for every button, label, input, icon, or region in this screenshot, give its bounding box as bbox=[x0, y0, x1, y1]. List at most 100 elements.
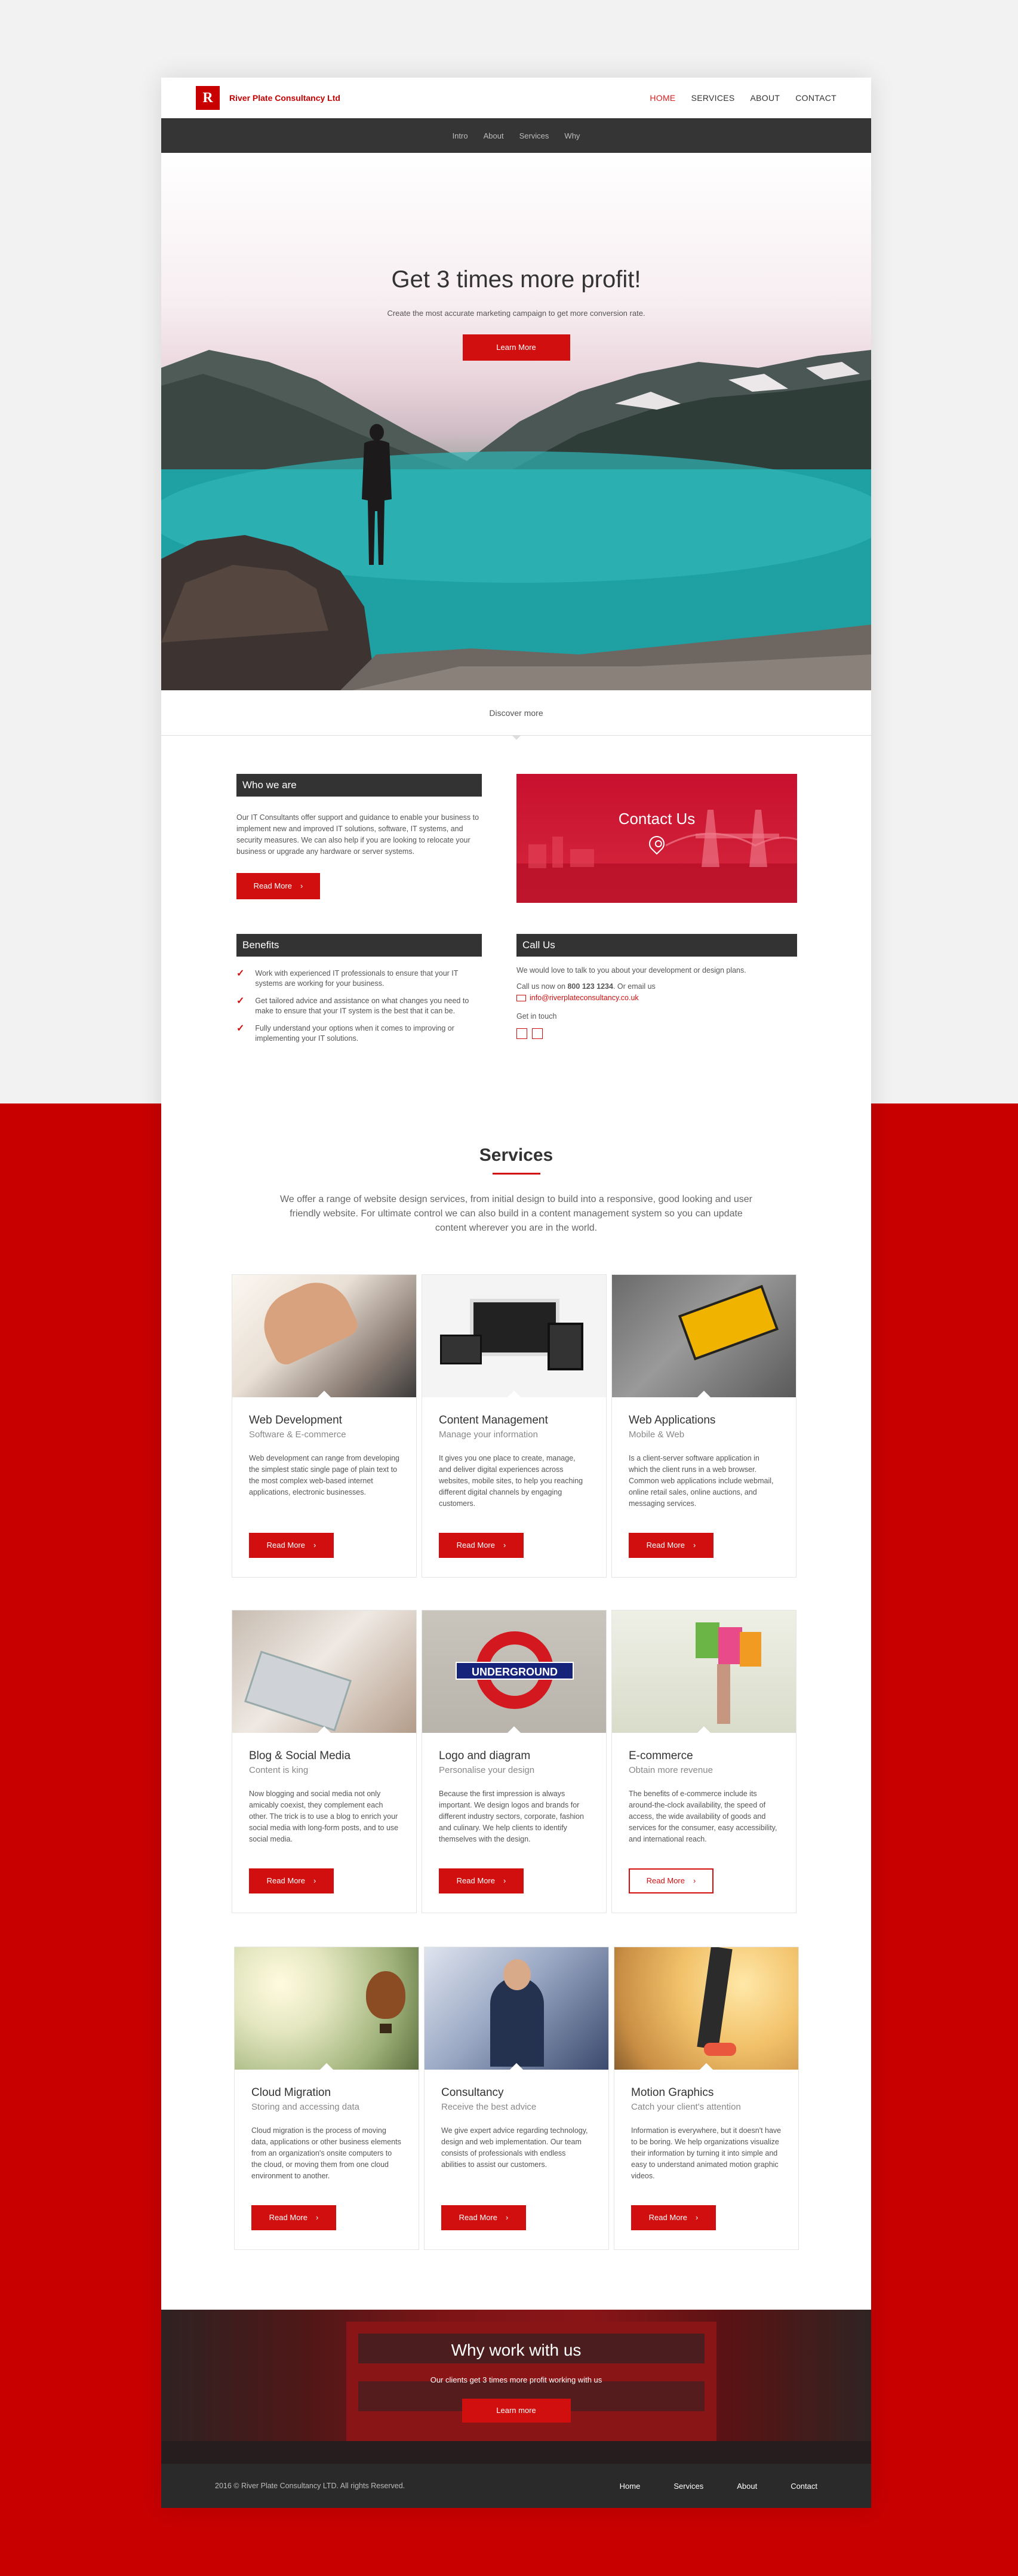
read-more-label: Read More bbox=[459, 2213, 497, 2222]
read-more-button[interactable]: Read More › bbox=[439, 1533, 524, 1558]
footer-nav: Home Services About Contact bbox=[620, 2482, 817, 2491]
nav-about[interactable]: ABOUT bbox=[751, 93, 780, 103]
brand-name: River Plate Consultancy Ltd bbox=[229, 93, 340, 103]
footer-link-about[interactable]: About bbox=[737, 2482, 757, 2491]
hero-learn-more-button[interactable]: Learn More bbox=[462, 334, 570, 361]
nav-home[interactable]: HOME bbox=[650, 93, 675, 103]
hero-text: Get 3 times more profit! Create the most… bbox=[161, 266, 871, 361]
check-icon: ✓ bbox=[236, 1023, 245, 1034]
read-more-label: Read More bbox=[456, 1541, 495, 1550]
top-header: R River Plate Consultancy Ltd HOME SERVI… bbox=[161, 78, 871, 118]
card-title: E-commerce bbox=[629, 1750, 693, 1762]
service-card-blog-social: Blog & Social Media Content is king Now … bbox=[232, 1610, 417, 1913]
linkedin-icon[interactable] bbox=[532, 1028, 543, 1039]
read-more-button[interactable]: Read More › bbox=[251, 2205, 336, 2230]
card-text: Cloud migration is the process of moving… bbox=[251, 2126, 401, 2180]
email-line: info@riverplateconsultancy.co.uk bbox=[516, 992, 797, 1004]
card-title: Logo and diagram bbox=[439, 1750, 531, 1762]
why-subtitle: Our clients get 3 times more profit work… bbox=[430, 2375, 602, 2384]
read-more-label: Read More bbox=[266, 1541, 305, 1550]
hero-section: Get 3 times more profit! Create the most… bbox=[161, 153, 871, 690]
underground-sign-image: UNDERGROUND bbox=[422, 1610, 606, 1733]
benefit-item: ✓ Get tailored advice and assistance on … bbox=[236, 996, 482, 1016]
card-subtitle: Personalise your design bbox=[439, 1765, 535, 1775]
read-more-label: Read More bbox=[456, 1876, 495, 1885]
phone-number[interactable]: 800 123 1234 bbox=[567, 982, 613, 991]
page-container: R River Plate Consultancy Ltd HOME SERVI… bbox=[161, 78, 871, 2508]
read-more-label: Read More bbox=[646, 1876, 685, 1885]
call-us-title: Call Us bbox=[516, 934, 797, 957]
chevron-right-icon: › bbox=[693, 1876, 696, 1885]
contact-card[interactable]: Contact Us bbox=[516, 774, 797, 903]
chevron-right-icon: › bbox=[313, 1876, 316, 1885]
laptop-shape bbox=[440, 1335, 482, 1364]
card-subtitle: Mobile & Web bbox=[629, 1430, 685, 1440]
phone-line: Call us now on 800 123 1234. Or email us bbox=[516, 981, 797, 992]
basket-shape bbox=[380, 2024, 392, 2033]
card-title: Consultancy bbox=[441, 2086, 504, 2099]
card-text: Is a client-server software application … bbox=[629, 1454, 774, 1508]
card-title: Blog & Social Media bbox=[249, 1750, 351, 1762]
read-more-label: Read More bbox=[266, 1876, 305, 1885]
read-more-button[interactable]: Read More › bbox=[629, 1868, 713, 1893]
subnav-why[interactable]: Why bbox=[564, 131, 580, 140]
twitter-icon[interactable] bbox=[516, 1028, 527, 1039]
card-subtitle: Obtain more revenue bbox=[629, 1765, 713, 1775]
footer: 2016 © River Plate Consultancy LTD. All … bbox=[161, 2464, 871, 2508]
read-more-button[interactable]: Read More › bbox=[441, 2205, 526, 2230]
why-content: Why work with us Our clients get 3 times… bbox=[161, 2341, 871, 2423]
nav-contact[interactable]: CONTACT bbox=[795, 93, 836, 103]
footer-link-home[interactable]: Home bbox=[620, 2482, 641, 2491]
read-more-button[interactable]: Read More › bbox=[439, 1868, 524, 1893]
main-nav: HOME SERVICES ABOUT CONTACT bbox=[650, 93, 836, 103]
card-subtitle: Content is king bbox=[249, 1765, 309, 1775]
card-subtitle: Receive the best advice bbox=[441, 2102, 537, 2112]
benefit-text: Get tailored advice and assistance on wh… bbox=[255, 997, 469, 1015]
footer-link-contact[interactable]: Contact bbox=[791, 2482, 817, 2491]
service-card-e-commerce: E-commerce Obtain more revenue The benef… bbox=[611, 1610, 796, 1913]
social-icons bbox=[516, 1028, 797, 1039]
services-title: Services bbox=[479, 1145, 553, 1165]
chevron-right-icon: › bbox=[300, 881, 303, 890]
who-read-more-button[interactable]: Read More › bbox=[236, 873, 320, 899]
monitor-shape bbox=[470, 1299, 559, 1356]
card-subtitle: Catch your client's attention bbox=[631, 2102, 741, 2112]
discover-more-link[interactable]: Discover more bbox=[161, 690, 871, 740]
nav-services[interactable]: SERVICES bbox=[691, 93, 735, 103]
meeting-image bbox=[425, 1947, 608, 2070]
legs-shape bbox=[697, 1947, 733, 2050]
read-more-button[interactable]: Read More › bbox=[629, 1533, 713, 1558]
read-more-button[interactable]: Read More › bbox=[631, 2205, 716, 2230]
hero-landscape-image bbox=[161, 350, 871, 690]
brand[interactable]: R River Plate Consultancy Ltd bbox=[196, 86, 340, 110]
roundel-bar: UNDERGROUND bbox=[456, 1662, 574, 1680]
runner-image bbox=[614, 1947, 798, 2070]
benefit-item: ✓ Fully understand your options when it … bbox=[236, 1023, 482, 1044]
card-text: We give expert advice regarding technolo… bbox=[441, 2126, 588, 2169]
card-title: Cloud Migration bbox=[251, 2086, 331, 2099]
read-more-button[interactable]: Read More › bbox=[249, 1533, 334, 1558]
benefit-text: Fully understand your options when it co… bbox=[255, 1024, 454, 1043]
subnav-services[interactable]: Services bbox=[519, 131, 549, 140]
hero-subtitle: Create the most accurate marketing campa… bbox=[387, 309, 645, 318]
bag-orange bbox=[740, 1632, 761, 1667]
subnav-intro[interactable]: Intro bbox=[453, 131, 468, 140]
read-more-button[interactable]: Read More › bbox=[249, 1868, 334, 1893]
service-card-motion-graphics: Motion Graphics Catch your client's atte… bbox=[614, 1947, 799, 2250]
bag-green bbox=[696, 1622, 719, 1658]
why-learn-more-button[interactable]: Learn more bbox=[462, 2399, 571, 2423]
who-we-are-title: Who we are bbox=[236, 774, 482, 797]
sub-nav: Intro About Services Why bbox=[161, 118, 871, 153]
footer-link-services[interactable]: Services bbox=[673, 2482, 703, 2491]
email-link[interactable]: info@riverplateconsultancy.co.uk bbox=[530, 994, 639, 1002]
card-text: Information is everywhere, but it doesn'… bbox=[631, 2126, 782, 2180]
contact-card-block: Contact Us bbox=[516, 774, 797, 903]
discover-more-label: Discover more bbox=[489, 708, 543, 718]
services-section: Services We offer a range of website des… bbox=[161, 1103, 871, 2250]
subnav-about[interactable]: About bbox=[484, 131, 504, 140]
card-text: Now blogging and social media not only a… bbox=[249, 1790, 399, 1843]
chevron-right-icon: › bbox=[693, 1541, 696, 1550]
laptop-shape bbox=[244, 1650, 352, 1732]
card-title: Content Management bbox=[439, 1414, 548, 1427]
contact-card-title: Contact Us bbox=[618, 810, 696, 828]
